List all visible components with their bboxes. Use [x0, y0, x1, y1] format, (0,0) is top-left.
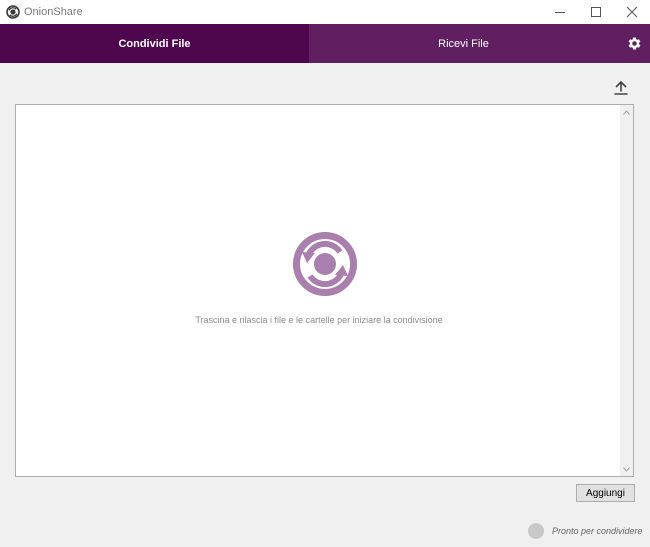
scroll-down-button[interactable]	[620, 462, 633, 476]
window-title: OnionShare	[24, 6, 83, 18]
drop-instructions: Trascina e rilascia i file e le cartelle…	[195, 315, 443, 325]
status-text: Pronto per condividere	[552, 526, 643, 536]
minimize-button[interactable]	[542, 0, 578, 24]
tab-receive-files-label: Ricevi File	[438, 37, 489, 50]
upload-icon	[614, 81, 628, 95]
maximize-icon	[591, 7, 601, 17]
onionshare-logo-icon	[6, 5, 20, 19]
tab-share-files[interactable]: Condividi File	[0, 24, 309, 63]
gear-icon	[628, 37, 640, 50]
onionshare-logo-icon	[293, 232, 357, 296]
settings-button[interactable]	[618, 24, 650, 63]
tab-share-files-label: Condividi File	[118, 37, 191, 50]
close-button[interactable]	[614, 0, 650, 24]
add-files-button[interactable]: Aggiungi	[576, 484, 635, 502]
mode-tab-bar: Condividi File Ricevi File	[0, 24, 650, 63]
upload-button[interactable]	[611, 78, 631, 98]
close-icon	[627, 7, 637, 17]
tab-receive-files[interactable]: Ricevi File	[309, 24, 618, 63]
scroll-up-button[interactable]	[620, 105, 633, 119]
status-indicator-icon	[528, 523, 544, 539]
chevron-down-icon	[623, 466, 630, 472]
title-bar: OnionShare	[0, 0, 650, 24]
minimize-icon	[555, 12, 565, 13]
maximize-button[interactable]	[578, 0, 614, 24]
file-drop-area[interactable]: Trascina e rilascia i file e le cartelle…	[15, 104, 634, 477]
chevron-up-icon	[623, 109, 630, 115]
vertical-scrollbar[interactable]	[620, 105, 633, 476]
